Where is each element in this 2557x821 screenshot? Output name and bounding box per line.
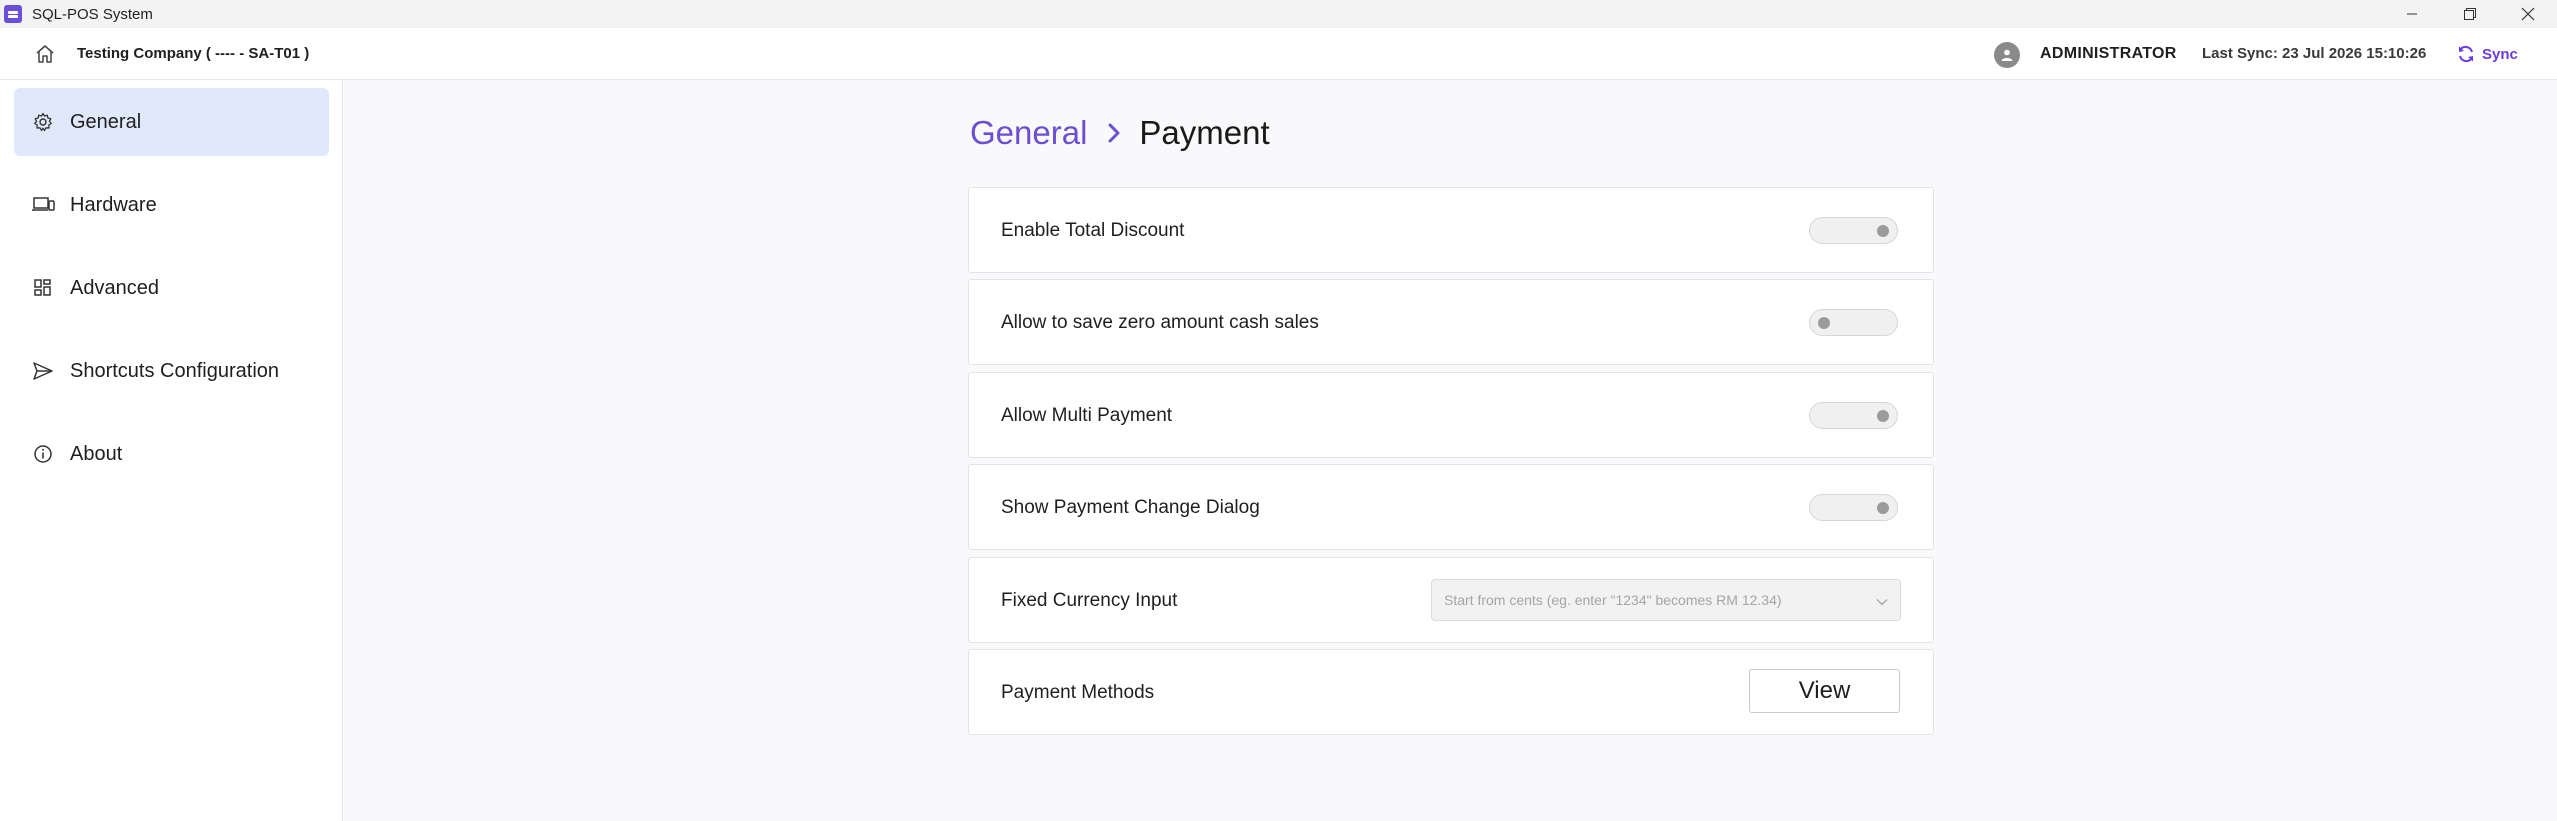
user-name: ADMINISTRATOR [2040, 45, 2177, 62]
setting-label: Payment Methods [1001, 682, 1155, 703]
grid-icon [30, 275, 56, 301]
window-title: SQL-POS System [32, 5, 153, 23]
setting-label: Allow Multi Payment [1001, 405, 1173, 426]
multi-payment-toggle[interactable] [1809, 402, 1898, 429]
breadcrumb-parent-link[interactable]: General [970, 114, 1087, 152]
setting-card-total-discount: Enable Total Discount [968, 187, 1934, 273]
setting-label: Allow to save zero amount cash sales [1001, 312, 1319, 333]
sidebar-item-label: About [70, 442, 123, 465]
home-icon [36, 45, 54, 63]
total-discount-toggle[interactable] [1809, 217, 1898, 244]
sidebar-item-shortcuts[interactable]: Shortcuts Configuration [14, 337, 329, 405]
chevron-right-icon [1107, 122, 1121, 144]
toggle-knob [1877, 224, 1889, 237]
toggle-knob [1877, 501, 1889, 514]
sync-icon [2459, 45, 2473, 63]
window-controls [2383, 0, 2557, 28]
gear-icon [30, 109, 56, 135]
close-button[interactable] [2499, 0, 2557, 28]
sidebar-item-label: General [70, 110, 142, 133]
select-value: Start from cents (eg. enter "1234" becom… [1444, 592, 1782, 608]
restore-icon [2464, 8, 2476, 20]
sync-button[interactable]: Sync [2456, 40, 2518, 68]
page-title: Payment [1139, 114, 1270, 151]
sync-label: Sync [2482, 45, 2518, 63]
app-logo-icon [4, 5, 22, 23]
restore-button[interactable] [2441, 0, 2499, 28]
view-payment-methods-button[interactable]: View [1749, 669, 1900, 713]
sidebar-item-about[interactable]: About [14, 420, 329, 488]
setting-card-change-dialog: Show Payment Change Dialog [968, 464, 1934, 550]
zero-amount-toggle[interactable] [1809, 309, 1898, 336]
setting-label: Fixed Currency Input [1001, 590, 1178, 611]
setting-card-zero-amount: Allow to save zero amount cash sales [968, 279, 1934, 365]
minimize-button[interactable] [2383, 0, 2441, 28]
home-button[interactable] [33, 42, 57, 66]
setting-label: Show Payment Change Dialog [1001, 497, 1260, 518]
sidebar-item-advanced[interactable]: Advanced [14, 254, 329, 322]
sidebar: General Hardware Advanced Shortcuts Conf… [0, 80, 343, 821]
devices-icon [30, 192, 56, 218]
setting-card-payment-methods: Payment Methods View [968, 649, 1934, 735]
fixed-currency-select[interactable]: Start from cents (eg. enter "1234" becom… [1431, 579, 1901, 621]
app-header: Testing Company ( ---- - SA-T01 ) ADMINI… [0, 28, 2557, 80]
setting-card-multi-payment: Allow Multi Payment [968, 372, 1934, 458]
send-icon [30, 358, 56, 384]
last-sync-status: Last Sync: 23 Jul 2026 15:10:26 [2202, 45, 2427, 62]
minimize-icon [2407, 13, 2417, 15]
sidebar-item-label: Hardware [70, 193, 157, 216]
sidebar-item-general[interactable]: General [14, 88, 329, 156]
company-name: Testing Company ( ---- - SA-T01 ) [77, 45, 310, 62]
sidebar-item-label: Shortcuts Configuration [70, 359, 280, 382]
close-icon [2521, 7, 2535, 21]
info-icon [30, 441, 56, 467]
user-avatar-icon [1994, 42, 2020, 68]
sidebar-item-label: Advanced [70, 276, 159, 299]
title-bar: SQL-POS System [0, 0, 2557, 28]
toggle-knob [1877, 409, 1889, 422]
chevron-down-icon [1876, 594, 1888, 612]
toggle-knob [1818, 316, 1830, 329]
change-dialog-toggle[interactable] [1809, 494, 1898, 521]
main-content: General Payment Enable Total Discount Al… [344, 80, 2557, 821]
breadcrumb: General Payment [970, 113, 1270, 153]
setting-card-fixed-currency: Fixed Currency Input Start from cents (e… [968, 557, 1934, 643]
sidebar-item-hardware[interactable]: Hardware [14, 171, 329, 239]
setting-label: Enable Total Discount [1001, 220, 1185, 241]
